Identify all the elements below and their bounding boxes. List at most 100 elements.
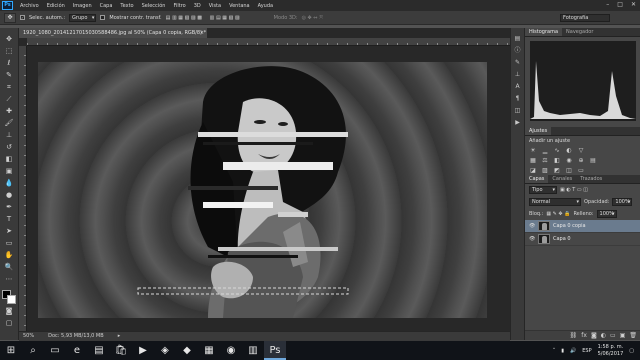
black-white-icon[interactable]: ◧ [553, 157, 561, 165]
menu-ayuda[interactable]: Ayuda [254, 3, 277, 9]
quick-select-tool-icon[interactable]: ✎ [3, 70, 16, 80]
photo-filter-icon[interactable]: ◉ [565, 157, 573, 165]
clock[interactable]: 1:58 p. m. 5/06/2017 [598, 344, 624, 358]
shape-tool-icon[interactable]: ▭ [3, 238, 16, 248]
styles-panel-icon[interactable]: ◫ [513, 106, 523, 115]
delete-layer-icon[interactable]: 🗑 [629, 332, 637, 339]
auto-select-dropdown[interactable]: Grupo [69, 13, 97, 22]
edge-browser-icon[interactable]: e [66, 341, 88, 360]
menu-texto[interactable]: Texto [116, 3, 137, 9]
new-adjustment-icon[interactable]: ◐ [601, 332, 606, 339]
search-icon[interactable]: ⌕ [22, 341, 44, 360]
lock-icons[interactable]: ▦ ✎ ✥ 🔒 [546, 211, 570, 217]
tab-channels[interactable]: Canales [548, 175, 576, 183]
path-select-icon[interactable]: ➤ [3, 226, 16, 236]
actions-panel-icon[interactable]: ▶ [513, 118, 523, 127]
healing-brush-icon[interactable]: ✚ [3, 106, 16, 116]
tab-navigator[interactable]: Navegador [562, 28, 597, 36]
media-player-icon[interactable]: ▶ [132, 341, 154, 360]
hue-saturation-icon[interactable]: ▦ [529, 157, 537, 165]
layer-style-icon[interactable]: fx [581, 332, 587, 339]
fill-field[interactable]: 100% [596, 210, 617, 218]
history-panel-icon[interactable]: ▤ [513, 34, 523, 43]
layer-row-capa-0[interactable]: 👁 Capa 0 [525, 233, 640, 246]
dodge-tool-icon[interactable]: ● [3, 190, 16, 200]
brightness-contrast-icon[interactable]: ☀ [529, 147, 537, 155]
background-color-swatch[interactable] [7, 295, 16, 304]
color-balance-icon[interactable]: ⚖ [541, 157, 549, 165]
document-tab[interactable]: 1920_1080_20141217015030588486.jpg al 50… [19, 28, 207, 38]
menu-capa[interactable]: Capa [96, 3, 117, 9]
history-brush-icon[interactable]: ↺ [3, 142, 16, 152]
blur-tool-icon[interactable]: 💧 [3, 178, 16, 188]
dropbox-icon[interactable]: ◆ [176, 341, 198, 360]
tab-adjustments[interactable]: Ajustes [525, 127, 552, 135]
show-transform-checkbox[interactable] [100, 15, 106, 20]
selective-color-icon[interactable]: ◫ [565, 167, 573, 175]
task-view-icon[interactable]: ▭ [44, 341, 66, 360]
clone-source-icon[interactable]: ⊥ [513, 70, 523, 79]
clone-stamp-icon[interactable]: ⊥ [3, 130, 16, 140]
language-indicator[interactable]: ESP [582, 348, 591, 354]
pen-tool-icon[interactable]: ✒ [3, 202, 16, 212]
lasso-tool-icon[interactable]: ℓ [3, 58, 16, 68]
blend-mode-dropdown[interactable]: Normal [529, 198, 581, 206]
minimize-button[interactable]: – [606, 1, 609, 8]
chrome-icon[interactable]: ◉ [220, 341, 242, 360]
volume-icon[interactable]: 🔊 [570, 348, 576, 354]
exposure-icon[interactable]: ◐ [565, 147, 573, 155]
folder-icon[interactable]: ▦ [198, 341, 220, 360]
eye-icon[interactable]: 👁 [529, 236, 535, 242]
horizontal-ruler[interactable] [27, 38, 510, 46]
photoshop-taskbar-icon[interactable]: Ps [264, 341, 286, 360]
app-icon[interactable]: ◈ [154, 341, 176, 360]
menu-edicion[interactable]: Edición [43, 3, 69, 9]
invert-icon[interactable]: ◪ [529, 167, 537, 175]
move-tool-icon[interactable]: ✥ [3, 34, 16, 44]
eyedropper-tool-icon[interactable]: ⟋ [3, 94, 16, 104]
type-tool-icon[interactable]: T [3, 214, 16, 224]
status-menu-icon[interactable]: ▸ [118, 332, 121, 341]
curves-icon[interactable]: ∿ [553, 147, 561, 155]
gradient-tool-icon[interactable]: ▣ [3, 166, 16, 176]
vibrance-icon[interactable]: ▽ [577, 147, 585, 155]
menu-3d[interactable]: 3D [190, 3, 205, 9]
posterize-icon[interactable]: ▨ [541, 167, 549, 175]
menu-filtro[interactable]: Filtro [169, 3, 189, 9]
close-window-button[interactable]: ✕ [631, 1, 636, 8]
eraser-tool-icon[interactable]: ◧ [3, 154, 16, 164]
crop-tool-icon[interactable]: ⌗ [3, 82, 16, 92]
channel-mixer-icon[interactable]: ⊕ [577, 157, 585, 165]
zoom-tool-icon[interactable]: 🔍 [3, 262, 16, 272]
threshold-icon[interactable]: ◩ [553, 167, 561, 175]
color-swatches[interactable] [2, 290, 16, 304]
tab-paths[interactable]: Trazados [576, 175, 606, 183]
new-layer-icon[interactable]: ▣ [620, 332, 626, 339]
tab-histogram[interactable]: Histograma [525, 28, 563, 36]
tab-layers[interactable]: Capas [525, 175, 549, 183]
menu-archivo[interactable]: Archivo [16, 3, 43, 9]
windows-start-icon[interactable]: ⊞ [0, 341, 22, 360]
properties-panel-icon[interactable]: ⓘ [513, 46, 523, 55]
tray-arrow-icon[interactable]: ˄ [553, 348, 556, 354]
paragraph-panel-icon[interactable]: ¶ [513, 94, 523, 103]
distribute-icons[interactable]: ▥ ▤ ▦ ▧ ▨ [210, 15, 270, 21]
zoom-level[interactable]: 50% [23, 332, 34, 341]
store-icon[interactable]: 🛍 [110, 341, 132, 360]
opacity-field[interactable]: 100% [612, 198, 633, 206]
quick-mask-icon[interactable]: ◙ [3, 306, 16, 316]
new-group-icon[interactable]: ▭ [610, 332, 616, 339]
move-tool-preset-icon[interactable]: ✥ [4, 12, 16, 23]
mode-3d-icons[interactable]: ◎ ✥ ⇔ ⤧ [302, 15, 324, 21]
levels-icon[interactable]: ▁ [541, 147, 549, 155]
hand-tool-icon[interactable]: ✋ [3, 250, 16, 260]
screen-mode-icon[interactable]: ▢ [3, 318, 16, 328]
marquee-tool-icon[interactable]: ⬚ [3, 46, 16, 56]
image-canvas[interactable] [38, 62, 487, 318]
explorer-icon[interactable]: ▥ [242, 341, 264, 360]
character-panel-icon[interactable]: A [513, 82, 523, 91]
link-layers-icon[interactable]: ⛓ [570, 332, 578, 339]
menu-ventana[interactable]: Ventana [225, 3, 254, 9]
file-explorer-icon[interactable]: ▤ [88, 341, 110, 360]
gradient-map-icon[interactable]: ▭ [577, 167, 585, 175]
